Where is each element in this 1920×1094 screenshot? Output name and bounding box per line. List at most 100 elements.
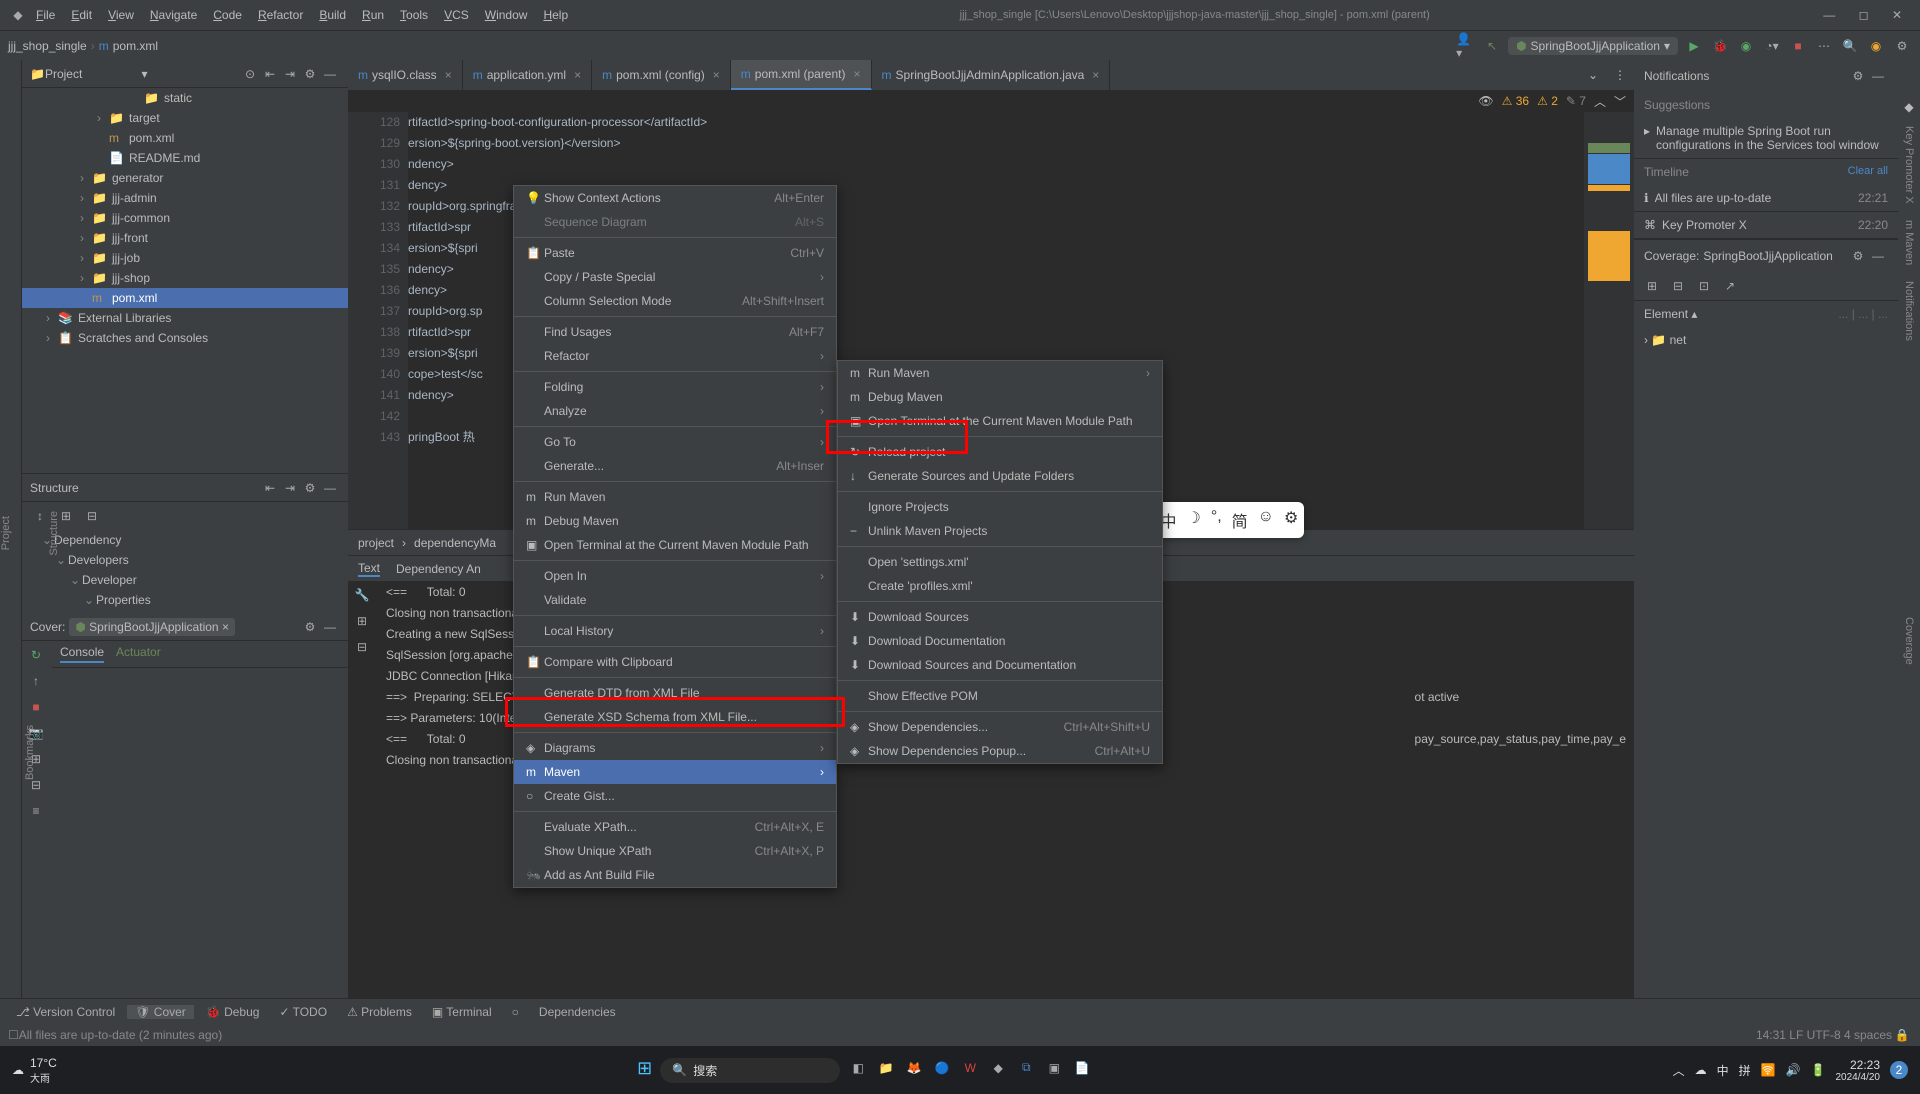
gear-icon[interactable]: ⚙ [1892,36,1912,56]
cover-app[interactable]: SpringBootJjjApplication [89,620,218,634]
menu-item[interactable]: ▣Open Terminal at the Current Maven Modu… [514,533,836,557]
actuator-tab[interactable]: Actuator [116,645,161,663]
coverage-icon[interactable]: ◉ [1736,36,1756,56]
profile-icon[interactable]: ◔▾ [1762,36,1782,56]
structure-tree[interactable]: ⌄Dependency⌄Developers⌄Developer⌄Propert… [22,530,348,610]
tree-item[interactable]: mpom.xml [22,288,348,308]
start-icon[interactable]: ⊞ [637,1058,652,1083]
menu-item[interactable]: Copy / Paste Special › [514,265,836,289]
context-menu[interactable]: 💡Show Context Actions Alt+Enter Sequence… [513,185,837,888]
menu-item[interactable]: Refactor › [514,344,836,368]
clear-all-link[interactable]: Clear all [1848,165,1888,179]
stop-icon[interactable]: ■ [1788,36,1808,56]
tree-item[interactable]: 📁static [22,88,348,108]
menu-item[interactable]: mRun Maven [514,485,836,509]
menu-item[interactable]: Show Unique XPath Ctrl+Alt+X, P [514,839,836,863]
minimap[interactable] [1584,112,1634,529]
menu-item[interactable]: Open In › [514,564,836,588]
bottom-tab[interactable]: ○ [504,1005,527,1019]
tree-item[interactable]: ›📁jjj-admin [22,188,348,208]
menu-item[interactable]: Generate DTD from XML File [514,681,836,705]
menu-item[interactable]: Column Selection Mode Alt+Shift+Insert [514,289,836,313]
bottom-tab[interactable]: 🐞 Debug [198,1005,268,1019]
breadcrumb-project[interactable]: jjj_shop_single [8,39,87,53]
menu-vcs[interactable]: VCS [436,8,477,22]
project-tool-tab[interactable]: Project [0,512,12,554]
target-icon[interactable]: ⊙ [240,64,260,84]
bottom-tab[interactable]: ⎇ Version Control [8,1005,123,1019]
search-icon[interactable]: 🔍 [1840,36,1860,56]
reader-mode-icon[interactable]: 👁 [1478,94,1493,108]
bottom-tab[interactable]: 🛡 Cover [127,1005,194,1019]
menu-item[interactable]: 💡Show Context Actions Alt+Enter [514,186,836,210]
menu-code[interactable]: Code [205,8,250,22]
suggestion-item[interactable]: ▸ Manage multiple Spring Boot run config… [1634,118,1898,159]
close-icon[interactable]: × [713,68,720,82]
dep-analyzer-tab[interactable]: Dependency An [396,562,481,576]
bottom-tab[interactable]: ⚠ Problems [339,1005,420,1019]
breadcrumb-file[interactable]: pom.xml [113,39,158,53]
menu-item[interactable]: Ignore Projects [838,495,1162,519]
timeline-item[interactable]: ⌘Key Promoter X22:20 [1634,212,1898,239]
structure-item[interactable]: ⌄Developers [22,550,348,570]
back-icon[interactable]: ↖ [1482,36,1502,56]
more-icon[interactable]: ⋯ [1814,36,1834,56]
menu-item[interactable]: ↓Generate Sources and Update Folders [838,464,1162,488]
bookmarks-tool-tab[interactable]: Bookmarks [24,721,36,784]
menu-item[interactable]: ◈Show Dependencies Popup... Ctrl+Alt+U [838,739,1162,763]
tree-item[interactable]: ›📁jjj-front [22,228,348,248]
editor-tab[interactable]: mysqlIO.class× [348,60,463,90]
crumb-project[interactable]: project [358,536,394,550]
bottom-tab[interactable]: Dependencies [531,1005,624,1019]
crumb-dep[interactable]: dependencyMa [414,536,496,550]
bottom-tab[interactable]: ✓ TODO [271,1005,335,1019]
menu-item[interactable]: mRun Maven › [838,361,1162,385]
ai-tab-icon[interactable]: ◆ [1904,100,1913,114]
tree-item[interactable]: 📄README.md [22,148,348,168]
menu-item[interactable]: mDebug Maven [838,385,1162,409]
menu-item[interactable]: 📋Paste Ctrl+V [514,241,836,265]
maven-submenu[interactable]: mRun Maven › mDebug Maven ▣Open Terminal… [837,360,1163,764]
tree-item[interactable]: ›📁generator [22,168,348,188]
menu-item[interactable]: ⬇Download Sources and Documentation [838,653,1162,677]
menu-item[interactable]: Show Effective POM [838,684,1162,708]
menu-item[interactable]: Validate [514,588,836,612]
debug-icon[interactable]: 🐞 [1710,36,1730,56]
rerun-icon[interactable]: ↻ [26,645,46,665]
close-icon[interactable]: × [854,67,861,81]
menu-item[interactable]: Analyze › [514,399,836,423]
close-icon[interactable]: × [574,68,581,82]
structure-item[interactable]: ⌄Developer [22,570,348,590]
editor-tab[interactable]: mapplication.yml× [463,60,592,90]
user-icon[interactable]: 👤▾ [1456,36,1476,56]
ime-toolbar[interactable]: I中☽°,简☺⚙ [1140,502,1304,538]
menu-item[interactable]: 🐜Add as Ant Build File [514,863,836,887]
tree-item[interactable]: ›📚External Libraries [22,308,348,328]
menu-item[interactable]: Open 'settings.xml' [838,550,1162,574]
expand-icon[interactable]: ⇥ [280,64,300,84]
menu-item[interactable]: ↻Reload project [838,440,1162,464]
menu-item[interactable]: −Unlink Maven Projects [838,519,1162,543]
run-icon[interactable]: ▶ [1684,36,1704,56]
tree-item[interactable]: ›📁jjj-job [22,248,348,268]
maximize-icon[interactable]: ◻ [1849,8,1879,22]
menu-item[interactable]: Folding › [514,375,836,399]
ai-icon[interactable]: ◉ [1866,36,1886,56]
menu-tools[interactable]: Tools [392,8,436,22]
menu-item[interactable]: Local History › [514,619,836,643]
run-config-selector[interactable]: ⬢ SpringBootJjjApplication ▾ [1508,37,1678,55]
tree-item[interactable]: ›📁jjj-shop [22,268,348,288]
menu-navigate[interactable]: Navigate [142,8,205,22]
tree-item[interactable]: ›📁target [22,108,348,128]
close-tab-icon[interactable]: × [222,620,229,634]
weather-icon[interactable]: ☁ [12,1063,24,1077]
menu-item[interactable]: Generate... Alt+Inser [514,454,836,478]
menu-item[interactable]: Go To › [514,430,836,454]
structure-tool-tab[interactable]: Structure [48,507,60,560]
menu-item[interactable]: 📋Compare with Clipboard [514,650,836,674]
collapse-icon[interactable]: ⇤ [260,64,280,84]
minimize-icon[interactable]: — [1813,8,1845,22]
menu-item[interactable]: Find Usages Alt+F7 [514,320,836,344]
tree-item[interactable]: ›📁jjj-common [22,208,348,228]
menu-help[interactable]: Help [535,8,576,22]
